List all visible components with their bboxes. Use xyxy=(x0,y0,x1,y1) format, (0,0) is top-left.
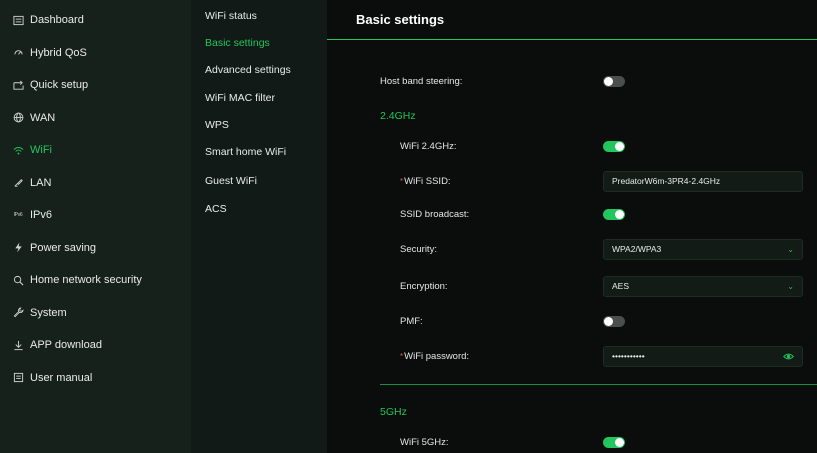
sidebar-item-label: Quick setup xyxy=(30,79,89,92)
sidebar-item-label: WiFi xyxy=(30,144,52,157)
sidebar-item-label: User manual xyxy=(30,371,93,384)
globe-icon xyxy=(12,112,24,124)
chevron-down-icon: ⌄ xyxy=(787,244,794,254)
submenu-item-smart-home-wifi[interactable]: Smart home WiFi xyxy=(191,138,327,166)
toggle-knob xyxy=(615,141,624,151)
host-band-steering-label: Host band steering: xyxy=(380,75,463,87)
wifi-ssid-input[interactable]: PredatorW6m-3PR4-2.4GHz xyxy=(603,170,803,192)
sidebar-item-lan[interactable]: LAN xyxy=(0,167,191,200)
security-label: Security: xyxy=(400,243,437,255)
toggle-knob xyxy=(615,209,624,219)
submenu-item-basic-settings[interactable]: Basic settings xyxy=(191,29,327,56)
sidebar-item-label: Home network security xyxy=(30,274,142,287)
lan-icon xyxy=(12,177,24,189)
sidebar-item-system[interactable]: System xyxy=(0,297,191,330)
section-5ghz: 5GHz xyxy=(380,406,407,418)
security-icon xyxy=(12,274,24,286)
page-title: Basic settings xyxy=(327,0,817,40)
wifi-5-toggle[interactable] xyxy=(603,436,625,448)
wrench-icon xyxy=(12,307,24,319)
toggle-knob xyxy=(604,316,613,326)
pmf-label: PMF: xyxy=(400,315,423,327)
dashboard-icon xyxy=(12,14,24,26)
wifi-24-row: WiFi 2.4GHz: xyxy=(380,135,805,157)
encryption-select[interactable]: AES ⌄ xyxy=(603,275,803,297)
sidebar-item-ipv6[interactable]: IPv6 IPv6 xyxy=(0,199,191,232)
sidebar-item-label: APP download xyxy=(30,339,102,352)
ssid-broadcast-row: SSID broadcast: xyxy=(380,203,805,225)
wifi-ssid-label-wrap: *WiFi SSID: xyxy=(380,176,603,187)
toggle-knob xyxy=(615,437,624,447)
download-icon xyxy=(12,339,24,351)
sidebar-item-label: WAN xyxy=(30,111,56,124)
wifi-icon xyxy=(12,144,24,156)
sidebar-item-label: Power saving xyxy=(30,241,97,254)
sidebar-item-wan[interactable]: WAN xyxy=(0,102,191,135)
wifi-24-toggle[interactable] xyxy=(603,140,625,152)
submenu-item-acs[interactable]: ACS xyxy=(191,195,327,222)
required-marker: * xyxy=(400,351,404,361)
router-admin-app: Dashboard Hybrid QoS Quick setup WAN WiF… xyxy=(0,0,817,453)
wifi-24-label: WiFi 2.4GHz: xyxy=(400,140,457,152)
host-band-steering-row: Host band steering: xyxy=(380,70,805,92)
sidebar-item-power-saving[interactable]: Power saving xyxy=(0,232,191,265)
wifi-ssid-label: WiFi SSID: xyxy=(404,175,451,187)
ssid-broadcast-toggle[interactable] xyxy=(603,208,625,220)
main-panel: Basic settings Host band steering: 2.4GH… xyxy=(327,0,817,453)
submenu-item-wps[interactable]: WPS xyxy=(191,111,327,138)
wifi-5-row: WiFi 5GHz: xyxy=(380,431,805,453)
chevron-down-icon: ⌄ xyxy=(787,281,794,291)
ipv6-icon: IPv6 xyxy=(13,212,23,219)
sidebar-item-label: Hybrid QoS xyxy=(30,46,87,59)
submenu-item-guest-wifi[interactable]: Guest WiFi xyxy=(191,166,327,195)
security-select[interactable]: WPA2/WPA3 ⌄ xyxy=(603,238,803,260)
sidebar-item-label: Dashboard xyxy=(30,14,84,27)
wifi-5-label: WiFi 5GHz: xyxy=(400,436,449,448)
ssid-broadcast-label: SSID broadcast: xyxy=(400,208,470,220)
sidebar-item-label: System xyxy=(30,306,67,319)
wifi-password-input[interactable]: ••••••••••• xyxy=(603,345,803,367)
sidebar-item-quick-setup[interactable]: Quick setup xyxy=(0,69,191,102)
sidebar-item-user-manual[interactable]: User manual xyxy=(0,362,191,395)
sidebar-item-label: IPv6 xyxy=(30,209,53,222)
submenu-item-wifi-mac-filter[interactable]: WiFi MAC filter xyxy=(191,84,327,111)
wifi-submenu: WiFi status Basic settings Advanced sett… xyxy=(191,0,327,453)
required-marker: * xyxy=(400,176,404,186)
encryption-label: Encryption: xyxy=(400,280,448,292)
sidebar-item-dashboard[interactable]: Dashboard xyxy=(0,4,191,37)
encryption-value: AES xyxy=(612,281,630,291)
sidebar-item-wifi[interactable]: WiFi xyxy=(0,134,191,167)
security-row: Security: WPA2/WPA3 ⌄ xyxy=(380,238,805,260)
encryption-row: Encryption: AES ⌄ xyxy=(380,275,805,297)
sidebar-item-label: LAN xyxy=(30,176,52,189)
section-divider xyxy=(380,384,817,385)
wifi-password-value: ••••••••••• xyxy=(612,351,645,361)
security-value: WPA2/WPA3 xyxy=(612,244,662,254)
sidebar-item-app-download[interactable]: APP download xyxy=(0,329,191,362)
wifi-password-label: WiFi password: xyxy=(404,350,470,362)
wifi-password-label-wrap: *WiFi password: xyxy=(380,351,603,362)
pmf-toggle[interactable] xyxy=(603,315,625,327)
section-2-4ghz: 2.4GHz xyxy=(380,110,416,122)
submenu-item-advanced-settings[interactable]: Advanced settings xyxy=(191,56,327,84)
lightning-icon xyxy=(12,242,24,254)
sidebar: Dashboard Hybrid QoS Quick setup WAN WiF… xyxy=(0,0,191,453)
wifi-ssid-row: *WiFi SSID: PredatorW6m-3PR4-2.4GHz xyxy=(380,170,805,192)
sidebar-item-hybrid-qos[interactable]: Hybrid QoS xyxy=(0,37,191,70)
wifi-ssid-value: PredatorW6m-3PR4-2.4GHz xyxy=(612,176,721,186)
host-band-steering-toggle[interactable] xyxy=(603,75,625,87)
wifi-password-row: *WiFi password: ••••••••••• xyxy=(380,345,805,367)
quick-setup-icon xyxy=(12,79,24,91)
qos-icon xyxy=(12,47,24,59)
toggle-knob xyxy=(604,76,613,86)
manual-icon xyxy=(12,372,24,384)
sidebar-item-home-network-security[interactable]: Home network security xyxy=(0,264,191,297)
submenu-item-wifi-status[interactable]: WiFi status xyxy=(191,2,327,29)
eye-icon[interactable] xyxy=(783,351,794,362)
pmf-row: PMF: xyxy=(380,310,805,332)
